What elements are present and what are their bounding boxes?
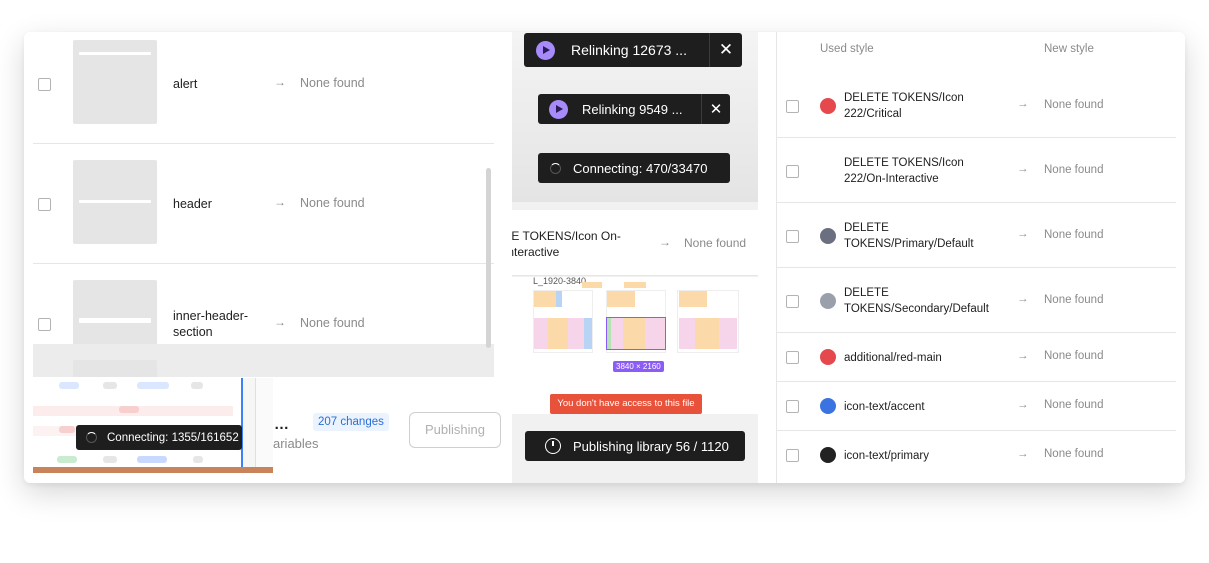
connecting-text: Connecting: 1355/161652 [107, 431, 239, 444]
color-swatch [820, 398, 836, 414]
clock-icon [545, 438, 561, 454]
color-swatch [820, 98, 836, 114]
row-checkbox[interactable] [786, 400, 799, 413]
arrow-right-icon: → [1017, 350, 1029, 362]
list-item[interactable]: TE TOKENS/Icon On-Interactive → None fou… [512, 210, 758, 276]
spinner-icon [86, 432, 97, 443]
match-result: None found [300, 76, 365, 90]
match-result: None found [1044, 229, 1104, 241]
table-row[interactable]: DELETE TOKENS/Primary/Default → None fou… [777, 203, 1176, 268]
style-name: icon-text/accent [844, 401, 925, 413]
style-name: DELETE TOKENS/Icon 222/Critical [844, 92, 964, 120]
canvas-footer [33, 467, 273, 473]
row-checkbox[interactable] [786, 449, 799, 462]
color-swatch [820, 293, 836, 309]
side-toolbar [255, 378, 273, 473]
close-icon[interactable]: ✕ [710, 40, 742, 60]
toast-text: Publishing library 56 / 1120 [573, 438, 729, 454]
match-result: None found [1044, 164, 1104, 176]
arrow-right-icon: → [1017, 448, 1029, 460]
table-row[interactable]: additional/red-main → None found [777, 333, 1176, 382]
relinking-toast: Relinking 9549 ... ✕ [538, 94, 730, 124]
style-name: icon-text/primary [844, 450, 929, 462]
match-result: None found [1044, 294, 1104, 306]
close-icon[interactable]: ✕ [702, 100, 730, 118]
table-row[interactable]: icon-text/accent → None found [777, 382, 1176, 431]
arrow-right-icon: → [274, 315, 286, 329]
component-name: alert [173, 77, 198, 91]
row-checkbox[interactable] [38, 318, 51, 331]
style-name: TE TOKENS/Icon On-Interactive [512, 229, 621, 259]
connecting-toast: Connecting: 1355/161652 [76, 425, 242, 450]
row-checkbox[interactable] [38, 198, 51, 211]
list-item[interactable]: header → None found [33, 144, 494, 264]
arrow-right-icon: → [1017, 293, 1029, 305]
style-name: additional/red-main [844, 352, 942, 364]
component-name: inner-header-section [173, 309, 249, 339]
publishing-library-toast: Publishing library 56 / 1120 [525, 431, 745, 461]
list-item[interactable] [33, 344, 494, 377]
publish-bar: … 207 changes ariables Publishing [273, 378, 511, 473]
match-result: None found [300, 316, 365, 330]
color-swatch [820, 163, 836, 179]
row-checkbox[interactable] [786, 230, 799, 243]
match-result: None found [684, 236, 747, 250]
arrow-right-icon: → [274, 75, 286, 89]
style-mapping-panel: Used style New style DELETE TOKENS/Icon … [776, 32, 1185, 483]
used-style-header: Used style [820, 43, 874, 55]
scrollbar[interactable] [486, 168, 491, 348]
row-checkbox[interactable] [38, 78, 51, 91]
publishing-button[interactable]: Publishing [409, 412, 501, 448]
row-checkbox[interactable] [786, 351, 799, 364]
frame-label: L_1920-3840 [533, 276, 587, 286]
spinner-icon [550, 162, 561, 174]
style-name: DELETE TOKENS/Icon 222/On-Interactive [844, 157, 964, 185]
composite-screenshot: alert → None found header → None found i… [24, 32, 1185, 483]
toast-text: Relinking 9549 ... [582, 101, 683, 117]
more-options-icon[interactable]: … [274, 416, 290, 433]
table-row[interactable]: icon-text/primary → None found [777, 431, 1176, 483]
arrow-right-icon: → [1017, 399, 1029, 411]
component-thumbnail [73, 40, 157, 124]
color-swatch [820, 349, 836, 365]
play-icon [549, 99, 568, 119]
match-result: None found [1044, 448, 1104, 460]
color-swatch [820, 447, 836, 463]
style-name: DELETE TOKENS/Primary/Default [844, 222, 974, 250]
arrow-right-icon: → [274, 195, 286, 209]
arrow-right-icon: → [1017, 98, 1029, 110]
toast-text: Relinking 12673 ... [571, 42, 687, 58]
table-row[interactable]: DELETE TOKENS/Icon 222/On-Interactive → … [777, 138, 1176, 203]
list-item[interactable]: alert → None found [33, 32, 494, 144]
match-result: None found [300, 196, 365, 210]
relinking-toast: Relinking 12673 ... ✕ [524, 33, 742, 67]
color-swatch [820, 228, 836, 244]
match-result: None found [1044, 99, 1104, 111]
component-name: header [173, 197, 212, 211]
component-thumbnail [73, 160, 157, 244]
table-row[interactable]: DELETE TOKENS/Secondary/Default → None f… [777, 268, 1176, 333]
variables-label: ariables [273, 436, 319, 451]
match-result: None found [1044, 350, 1104, 362]
arrow-right-icon: → [1017, 163, 1029, 175]
match-result: None found [1044, 399, 1104, 411]
access-error-banner: You don't have access to this file [550, 394, 702, 414]
toast-text: Connecting: 470/33470 [573, 160, 708, 176]
play-icon [536, 40, 555, 60]
row-checkbox[interactable] [786, 165, 799, 178]
arrow-right-icon: → [1017, 228, 1029, 240]
connecting-toast: Connecting: 470/33470 [538, 153, 730, 183]
status-toasts-column: Relinking 12673 ... ✕ Relinking 9549 ...… [512, 32, 758, 483]
toast-stack: Relinking 12673 ... ✕ Relinking 9549 ...… [512, 32, 758, 202]
row-checkbox[interactable] [786, 100, 799, 113]
row-checkbox[interactable] [786, 295, 799, 308]
changes-badge[interactable]: 207 changes [313, 413, 389, 431]
new-style-header: New style [1044, 43, 1094, 55]
dimension-badge: 3840 × 2160 [613, 361, 664, 372]
component-thumbnail [73, 360, 157, 377]
style-name: DELETE TOKENS/Secondary/Default [844, 287, 989, 315]
component-list-panel: alert → None found header → None found i… [24, 32, 494, 377]
arrow-right-icon: → [659, 235, 671, 249]
table-row[interactable]: DELETE TOKENS/Icon 222/Critical → None f… [777, 73, 1176, 138]
